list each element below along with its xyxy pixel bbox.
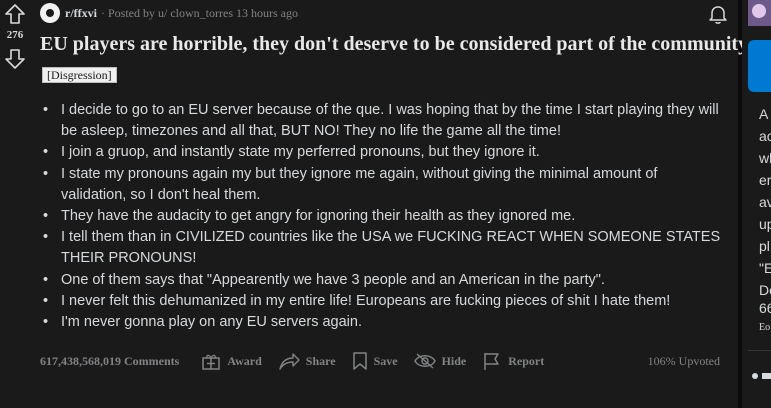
share-button[interactable]: Share	[278, 346, 336, 376]
description-line: wl	[759, 150, 771, 166]
description-line: up	[759, 216, 771, 232]
bookmark-icon	[352, 352, 367, 370]
community-avatar[interactable]	[748, 40, 771, 92]
list-item: I join a gruop, and instantly state my p…	[42, 142, 722, 163]
subreddit-avatar-icon[interactable]	[40, 3, 60, 23]
description-line: av	[759, 194, 771, 210]
comments-count: 617,438,568,019 Comments	[40, 353, 180, 368]
post-card: 276 r/ffxvi · Posted by u/ clown_torres …	[0, 0, 752, 408]
bell-icon[interactable]	[707, 4, 729, 26]
post-title[interactable]: EU players are horrible, they don't dese…	[40, 33, 752, 56]
description-line: Do	[759, 282, 771, 298]
award-label: Award	[227, 353, 262, 368]
community-description: A ac wl er av up pl "E Do	[759, 103, 771, 301]
list-item: I'm never gonna play on any EU servers a…	[42, 312, 722, 333]
report-button[interactable]: Report	[482, 346, 544, 376]
description-line: ac	[759, 128, 771, 144]
report-label: Report	[508, 353, 545, 368]
list-item: They have the audacity to get angry for …	[42, 206, 722, 227]
hide-label: Hide	[441, 353, 467, 368]
downvote-arrow-icon[interactable]	[4, 48, 26, 70]
posted-by-text: · Posted by u/ clown_torres 13 hours ago	[101, 5, 298, 20]
flag-icon	[484, 353, 499, 370]
community-sidebar: A ac wl er av up pl "E Do 66 Eo	[742, 0, 771, 408]
hide-button[interactable]: Hide	[413, 346, 467, 376]
member-count: 66	[759, 300, 771, 316]
award-button[interactable]: Award	[201, 346, 262, 376]
description-line: pl	[759, 238, 770, 254]
community-banner	[748, 0, 771, 26]
subreddit-link[interactable]: r/ffxvi	[65, 6, 97, 21]
upvote-ratio: 106% Upvoted	[647, 353, 720, 368]
save-button[interactable]: Save	[352, 346, 398, 376]
description-line: "E	[759, 260, 771, 276]
list-item: I decide to go to an EU server because o…	[42, 100, 722, 142]
list-item: I never felt this dehumanized in my enti…	[42, 291, 722, 312]
list-item: One of them says that "Appearently we ha…	[42, 270, 722, 291]
post-meta: r/ffxvi · Posted by u/ clown_torres 13 h…	[40, 2, 298, 24]
share-arrow-icon	[279, 353, 300, 370]
save-label: Save	[373, 353, 398, 368]
list-item: I state my pronouns again my but they ig…	[42, 164, 722, 206]
sidebar-divider	[748, 350, 771, 351]
list-item: I tell them than in CIVILIZED countries …	[42, 227, 722, 269]
post-body: I decide to go to an EU server because o…	[42, 100, 722, 333]
upvote-arrow-icon[interactable]	[4, 3, 26, 25]
description-line: A	[759, 106, 769, 122]
toggle-icon[interactable]	[748, 369, 771, 385]
gift-icon	[202, 354, 221, 370]
post-flair[interactable]: [Disgression]	[42, 67, 117, 83]
share-label: Share	[305, 353, 336, 368]
vote-column: 276	[0, 0, 30, 408]
member-label: Eo	[759, 322, 771, 333]
eye-slash-icon	[413, 353, 436, 369]
vote-score: 276	[6, 29, 24, 41]
comments-button[interactable]: 617,438,568,019 Comments	[40, 346, 179, 376]
post-actions-bar: 617,438,568,019 Comments Award Share Sav…	[40, 346, 730, 376]
description-line: er	[759, 172, 771, 188]
